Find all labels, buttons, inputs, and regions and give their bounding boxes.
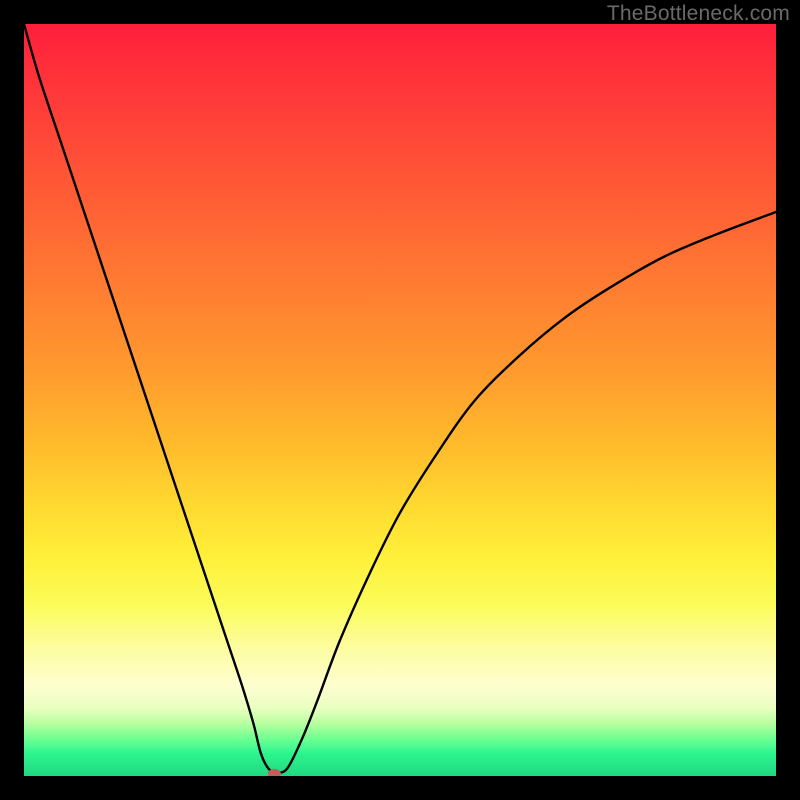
plot-area — [24, 24, 776, 776]
bottleneck-curve — [24, 24, 776, 773]
curve-svg — [24, 24, 776, 776]
chart-frame: TheBottleneck.com — [0, 0, 800, 800]
watermark-label: TheBottleneck.com — [607, 2, 790, 26]
